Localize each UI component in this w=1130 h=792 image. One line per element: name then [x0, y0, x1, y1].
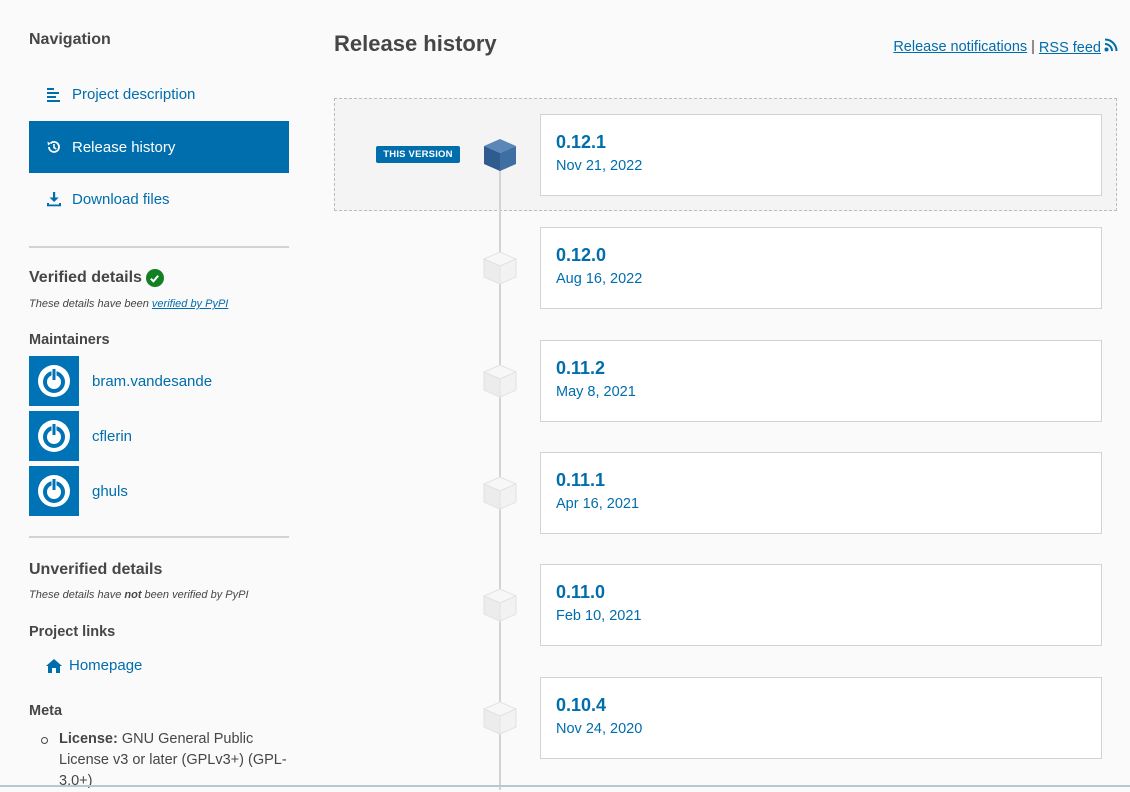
avatar[interactable] [29, 356, 79, 406]
release-version: 0.12.0 [556, 245, 607, 265]
top-links: Release notifications | RSS feed [893, 38, 1118, 56]
verified-heading-text: Verified details [29, 269, 142, 286]
release-cube-icon [482, 364, 518, 398]
unverified-note: These details have not been verified by … [29, 589, 249, 601]
history-icon [46, 139, 62, 155]
homepage-label: Homepage [69, 657, 143, 674]
release-version: 0.10.4 [556, 695, 607, 715]
release-version: 0.11.1 [556, 470, 606, 490]
divider [29, 246, 289, 248]
current-release-cube-icon [484, 139, 516, 171]
download-icon [46, 191, 62, 207]
meta-heading: Meta [29, 703, 63, 719]
divider [29, 536, 289, 538]
release-version: 0.11.2 [556, 358, 606, 378]
this-version-badge: THIS VERSION [376, 146, 460, 163]
release-card[interactable]: 0.11.2 May 8, 2021 [540, 340, 1102, 422]
meta-list: License: GNU General Public License v3 o… [41, 729, 291, 792]
verified-by-pypi-link[interactable]: verified by PyPI [152, 298, 228, 310]
release-version: 0.11.0 [556, 582, 606, 602]
release-version: 0.12.1 [556, 132, 607, 152]
nav-label: Project description [72, 85, 196, 103]
release-date: Nov 21, 2022 [556, 158, 643, 174]
license-item: License: GNU General Public License v3 o… [59, 729, 291, 792]
release-date: Nov 24, 2020 [556, 721, 643, 737]
rss-icon [1104, 38, 1118, 52]
release-card[interactable]: 0.11.1 Apr 16, 2021 [540, 452, 1102, 534]
avatar[interactable] [29, 466, 79, 516]
unverified-details-heading: Unverified details [29, 561, 163, 578]
rss-feed-label: RSS feed [1038, 40, 1101, 56]
homepage-link[interactable]: Homepage [45, 657, 142, 674]
maintainers-heading: Maintainers [29, 332, 110, 348]
release-card[interactable]: 0.12.0 Aug 16, 2022 [540, 227, 1102, 309]
link-separator: | [1031, 39, 1035, 55]
unverified-note-suffix: been verified by PyPI [141, 589, 249, 601]
unverified-note-prefix: These details have [29, 589, 125, 601]
release-date: Aug 16, 2022 [556, 271, 643, 287]
release-date: May 8, 2021 [556, 384, 636, 400]
release-cube-icon [482, 701, 518, 735]
maintainer-row[interactable]: cflerin [29, 411, 132, 461]
release-date: Feb 10, 2021 [556, 608, 642, 624]
release-date: Apr 16, 2021 [556, 496, 640, 512]
verified-details-heading: Verified details [29, 269, 164, 287]
rss-feed-link[interactable]: RSS feed [1039, 38, 1118, 56]
nav-label: Download files [72, 190, 170, 208]
release-cube-icon [482, 476, 518, 510]
avatar[interactable] [29, 411, 79, 461]
navigation-heading: Navigation [29, 31, 111, 48]
verified-note-text: These details have been [29, 298, 152, 310]
page-title: Release history [334, 31, 497, 56]
home-icon [45, 658, 63, 674]
release-cube-icon [482, 251, 518, 285]
verified-check-icon [145, 269, 164, 287]
list-bullet [41, 737, 48, 744]
unverified-note-bold: not [124, 589, 142, 601]
verified-note: These details have been verified by PyPI [29, 298, 228, 310]
nav-label: Release history [72, 138, 176, 156]
maintainer-link[interactable]: cflerin [92, 428, 132, 445]
release-notifications-link[interactable]: Release notifications [893, 39, 1027, 55]
nav-download-files[interactable]: Download files [29, 173, 289, 225]
release-cube-icon [482, 588, 518, 622]
maintainer-row[interactable]: ghuls [29, 466, 128, 516]
project-links-heading: Project links [29, 624, 116, 640]
nav-project-description[interactable]: Project description [29, 68, 289, 120]
release-card[interactable]: 0.12.1 Nov 21, 2022 [540, 114, 1102, 196]
release-card[interactable]: 0.11.0 Feb 10, 2021 [540, 564, 1102, 646]
align-left-icon [46, 86, 62, 102]
maintainer-link[interactable]: ghuls [92, 483, 128, 500]
release-card[interactable]: 0.10.4 Nov 24, 2020 [540, 677, 1102, 759]
maintainer-link[interactable]: bram.vandesande [92, 373, 212, 390]
license-label: License: [59, 731, 118, 747]
nav-release-history[interactable]: Release history [29, 121, 289, 173]
maintainer-row[interactable]: bram.vandesande [29, 356, 212, 406]
